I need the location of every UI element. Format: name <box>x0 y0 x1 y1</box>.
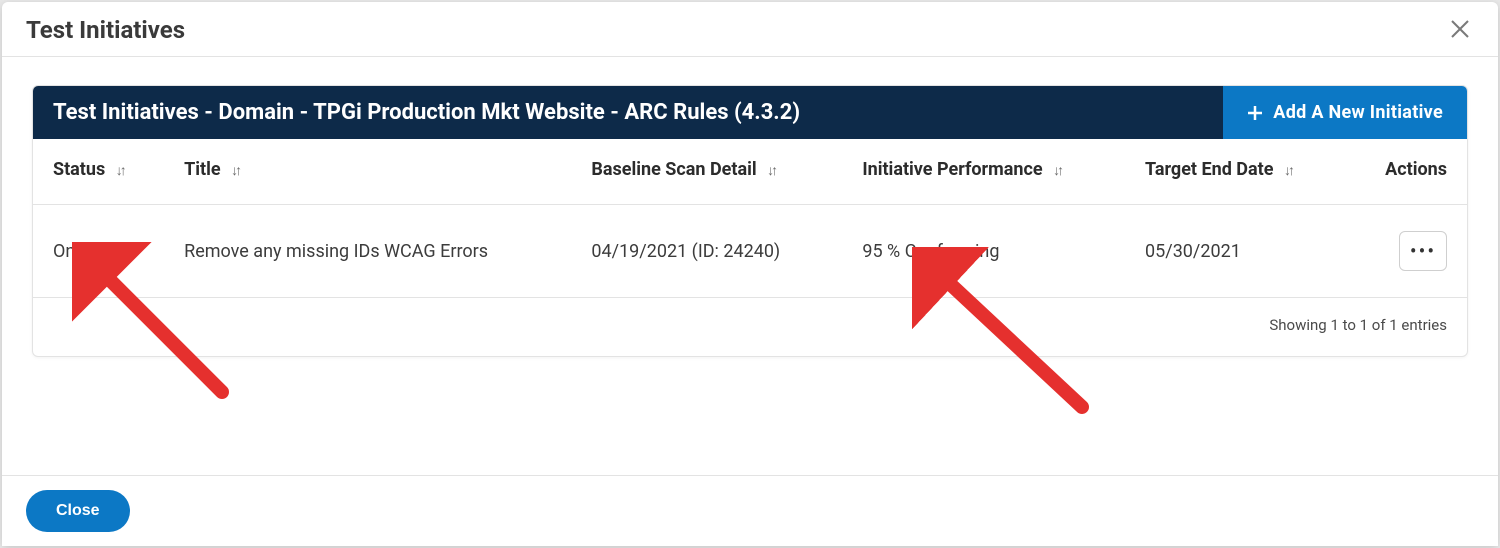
close-icon[interactable] <box>1446 16 1474 44</box>
sort-icon: ↓↑ <box>1053 163 1061 179</box>
initiatives-table: Status ↓↑ Title ↓↑ Baseline Scan Detail … <box>33 139 1467 298</box>
modal-header: Test Initiatives <box>2 2 1498 57</box>
col-header-performance-label: Initiative Performance <box>862 159 1042 180</box>
modal-dialog: Test Initiatives Test Initiatives - Doma… <box>2 2 1498 546</box>
cell-baseline: 04/19/2021 (ID: 24240) <box>571 205 842 298</box>
col-header-title[interactable]: Title ↓↑ <box>164 139 571 205</box>
cell-actions: ••• <box>1346 205 1467 298</box>
col-header-baseline[interactable]: Baseline Scan Detail ↓↑ <box>571 139 842 205</box>
add-initiative-label: Add A New Initiative <box>1273 102 1443 123</box>
table-row: On Track Remove any missing IDs WCAG Err… <box>33 205 1467 298</box>
close-button[interactable]: Close <box>26 490 130 532</box>
cell-title: Remove any missing IDs WCAG Errors <box>164 205 571 298</box>
table-header-row: Status ↓↑ Title ↓↑ Baseline Scan Detail … <box>33 139 1467 205</box>
col-header-actions: Actions <box>1346 139 1467 205</box>
add-initiative-button[interactable]: Add A New Initiative <box>1223 86 1467 139</box>
cell-performance: 95 % Conforming <box>842 205 1125 298</box>
sort-icon: ↓↑ <box>1284 163 1292 179</box>
col-header-baseline-label: Baseline Scan Detail <box>591 159 756 180</box>
col-header-target-end-label: Target End Date <box>1145 159 1273 180</box>
cell-target-end: 05/30/2021 <box>1125 205 1346 298</box>
panel-title: Test Initiatives - Domain - TPGi Product… <box>33 86 1223 139</box>
initiatives-panel: Test Initiatives - Domain - TPGi Product… <box>32 85 1468 357</box>
col-header-target-end[interactable]: Target End Date ↓↑ <box>1125 139 1346 205</box>
col-header-status-label: Status <box>53 159 105 180</box>
col-header-actions-label: Actions <box>1385 159 1447 180</box>
cell-status: On Track <box>33 205 164 298</box>
sort-icon: ↓↑ <box>767 163 775 179</box>
sort-icon: ↓↑ <box>231 163 239 179</box>
table-footer-info: Showing 1 to 1 of 1 entries <box>33 298 1467 356</box>
col-header-status[interactable]: Status ↓↑ <box>33 139 164 205</box>
modal-title: Test Initiatives <box>26 16 185 44</box>
col-header-title-label: Title <box>184 159 221 180</box>
row-actions-button[interactable]: ••• <box>1399 231 1447 271</box>
col-header-performance[interactable]: Initiative Performance ↓↑ <box>842 139 1125 205</box>
modal-body: Test Initiatives - Domain - TPGi Product… <box>2 57 1498 475</box>
sort-icon: ↓↑ <box>116 163 124 179</box>
panel-header: Test Initiatives - Domain - TPGi Product… <box>33 86 1467 139</box>
modal-footer: Close <box>2 475 1498 546</box>
plus-icon <box>1247 105 1263 121</box>
